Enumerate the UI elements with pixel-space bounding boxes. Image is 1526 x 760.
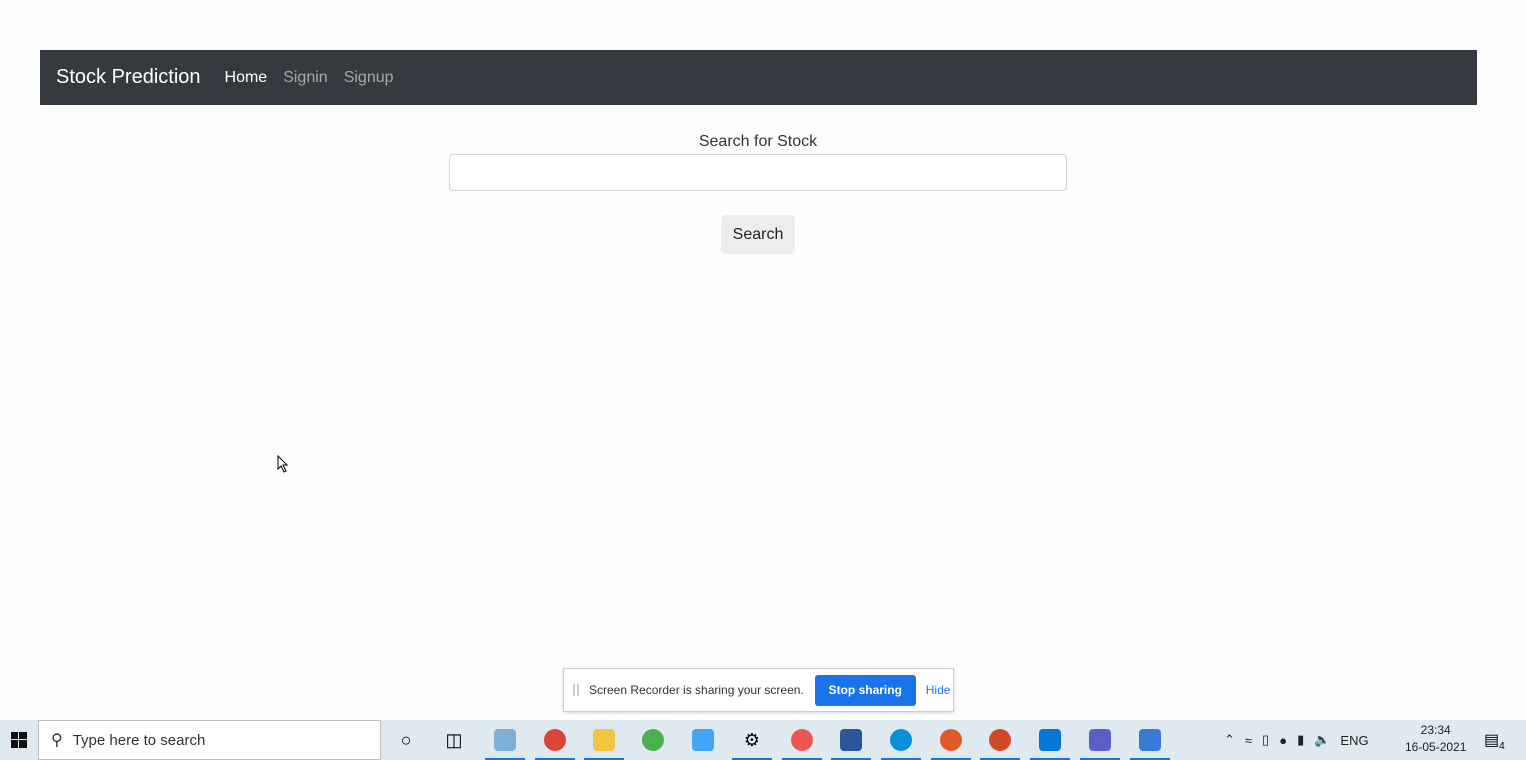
chrome-icon[interactable] [531,720,579,760]
edge-icon[interactable] [877,720,925,760]
search-button[interactable]: Search [721,215,795,254]
powerpoint-icon[interactable] [976,720,1024,760]
cortana-icon[interactable]: ○ [382,720,430,760]
word-icon[interactable] [827,720,875,760]
nav-signup[interactable]: Signup [344,69,394,87]
stock-search-input[interactable] [449,154,1067,191]
chrome-profile-icon[interactable] [927,720,975,760]
windows-start-icon[interactable] [0,732,38,748]
date: 16-05-2021 [1405,740,1467,754]
notepad-icon[interactable] [481,720,529,760]
notifications-icon[interactable]: ▤4 [1484,730,1505,752]
stop-sharing-button[interactable]: Stop sharing [814,674,916,706]
blue-app-icon[interactable] [679,720,727,760]
nav-home[interactable]: Home [225,69,268,87]
search-label: Search for Stock [698,133,818,150]
task-view-icon[interactable]: ◫ [430,720,478,760]
vscode-icon[interactable] [1026,720,1074,760]
remote-desktop-icon[interactable] [1126,720,1174,760]
share-message: Screen Recorder is sharing your screen. [589,683,804,697]
taskbar: ⚲ Type here to search ○ ◫ ⚙ ⌃ ≈ ▯ ● ▮ 🔈 … [0,720,1526,760]
search-placeholder: Type here to search [72,731,206,749]
nav-signin[interactable]: Signin [283,69,327,87]
wifi-icon[interactable]: ≈ [1245,733,1252,748]
snipping-tool-icon[interactable] [778,720,826,760]
file-explorer-icon[interactable] [580,720,628,760]
device-icon[interactable]: ▯ [1262,732,1269,748]
hide-button[interactable]: Hide [926,683,951,697]
search-icon: ⚲ [51,732,63,749]
settings-icon[interactable]: ⚙ [728,720,776,760]
navbar: Stock Prediction Home Signin Signup [40,50,1477,105]
teams-icon[interactable] [1076,720,1124,760]
clock[interactable]: 23:34 16-05-2021 [1405,722,1466,756]
language-indicator[interactable]: ENG [1340,733,1368,748]
battery-icon[interactable]: ▮ [1297,732,1304,748]
mouse-cursor-icon [277,455,289,473]
taskbar-search[interactable]: ⚲ Type here to search [38,720,381,760]
microphone-icon[interactable]: ● [1279,733,1287,748]
volume-icon[interactable]: 🔈 [1314,732,1330,748]
chevron-up-icon[interactable]: ⌃ [1224,732,1235,748]
screen-share-bar: Screen Recorder is sharing your screen. … [563,668,954,712]
brand[interactable]: Stock Prediction [56,66,201,89]
globe-app-icon[interactable] [629,720,677,760]
drag-handle-icon[interactable] [573,684,579,696]
notification-count: 4 [1499,741,1505,753]
time: 23:34 [1420,723,1451,737]
